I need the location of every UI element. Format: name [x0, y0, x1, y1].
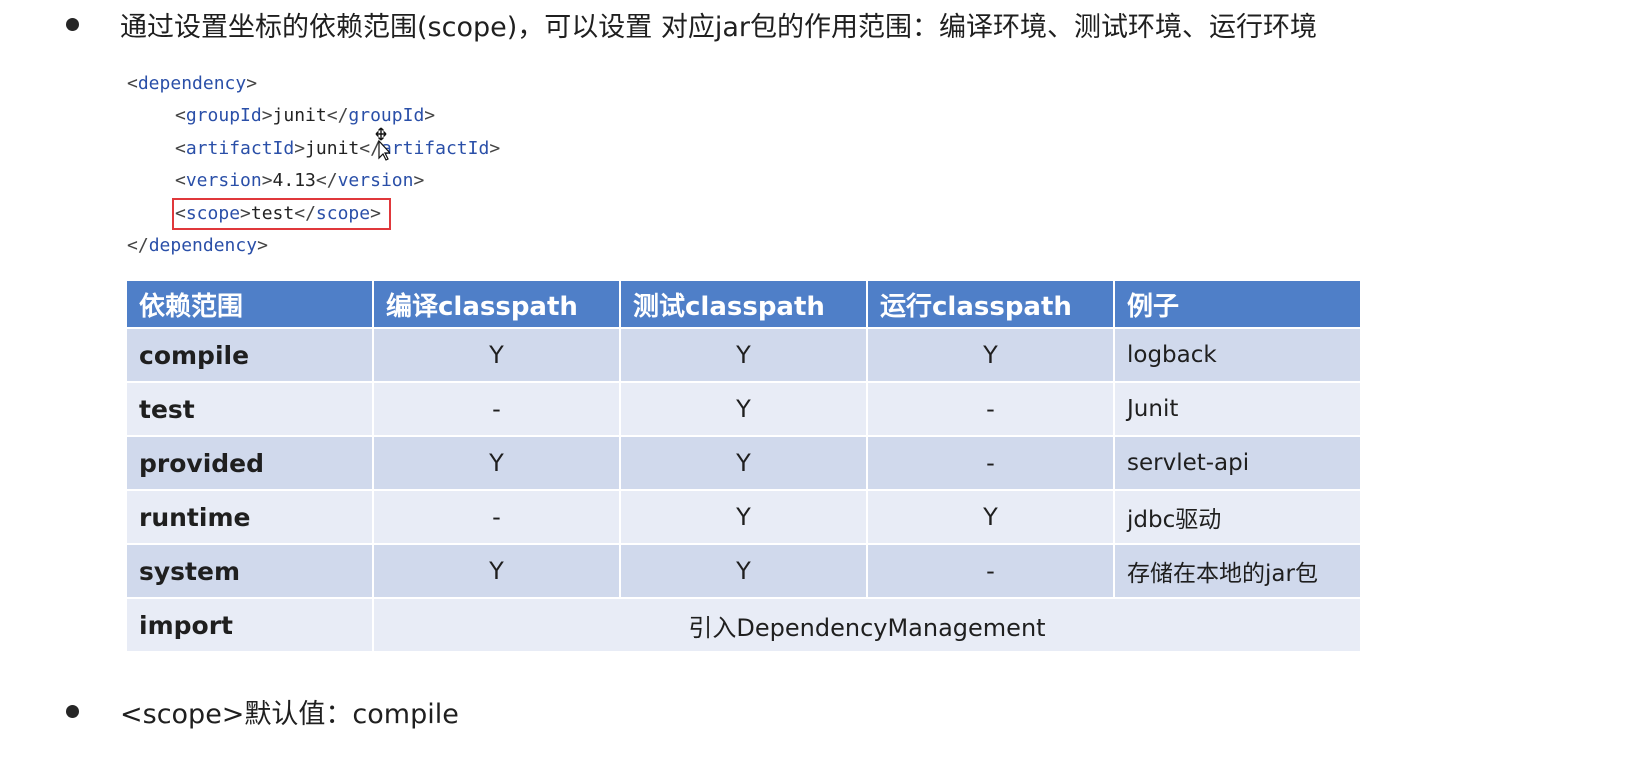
bullet-item-scope-default: <scope>默认值：compile — [66, 691, 459, 731]
cell-scope: system — [127, 545, 372, 597]
code-tag: dependency — [148, 234, 258, 256]
cell-example: servlet-api — [1115, 437, 1360, 489]
code-value: 4.13 — [272, 170, 316, 192]
cell-compile: Y — [374, 437, 619, 489]
cell-import-description: 引入DependencyManagement — [374, 599, 1360, 651]
code-line-groupid: <groupId>junit</groupId> — [175, 105, 436, 127]
cell-scope: compile — [127, 329, 372, 381]
table-row: system Y Y - 存储在本地的jar包 — [127, 545, 1360, 597]
code-tag: dependency — [137, 73, 247, 94]
cell-example: 存储在本地的jar包 — [1115, 545, 1360, 597]
dependency-code-block: <dependency> <groupId>junit</groupId> <a… — [127, 68, 500, 262]
bullet-text: 通过设置坐标的依赖范围(scope)，可以设置 对应jar包的作用范围：编译环境… — [120, 11, 1317, 43]
cell-compile: Y — [374, 545, 619, 597]
code-line-scope: <scope>test</scope> — [127, 197, 500, 230]
code-line-close: </dependency> — [127, 234, 268, 256]
code-line-artifactid: <artifactId>junit</artifactId> — [175, 137, 501, 159]
bullet-dot-icon — [66, 17, 79, 31]
table-row: test - Y - Junit — [127, 383, 1360, 435]
code-tag: version — [337, 170, 414, 192]
cell-test: Y — [621, 437, 866, 489]
cell-example: Junit — [1115, 383, 1360, 435]
cell-compile: - — [374, 491, 619, 543]
table-row: compile Y Y Y logback — [127, 329, 1360, 381]
code-tag: groupId — [348, 105, 425, 127]
code-tag: groupId — [185, 105, 262, 127]
code-value: junit — [272, 105, 327, 127]
header-runtime-classpath: 运行classpath — [868, 281, 1113, 327]
cell-scope: runtime — [127, 491, 372, 543]
table-row: import 引入DependencyManagement — [127, 599, 1360, 651]
header-example: 例子 — [1115, 281, 1360, 327]
cell-runtime: - — [868, 545, 1113, 597]
header-test-classpath: 测试classpath — [621, 281, 866, 327]
header-scope: 依赖范围 — [127, 281, 372, 327]
bullet-dot-icon — [66, 704, 79, 718]
cell-test: Y — [621, 383, 866, 435]
code-tag: scope — [185, 202, 241, 224]
bullet-text: <scope>默认值：compile — [120, 698, 459, 730]
cell-runtime: Y — [868, 329, 1113, 381]
table-row: provided Y Y - servlet-api — [127, 437, 1360, 489]
cell-example: logback — [1115, 329, 1360, 381]
code-value: junit — [305, 137, 360, 159]
table-header-row: 依赖范围 编译classpath 测试classpath 运行classpath… — [127, 281, 1360, 327]
cell-compile: Y — [374, 329, 619, 381]
cell-test: Y — [621, 491, 866, 543]
code-value: test — [250, 202, 295, 224]
cell-test: Y — [621, 545, 866, 597]
code-tag: version — [185, 170, 262, 192]
cell-compile: - — [374, 383, 619, 435]
cell-runtime: Y — [868, 491, 1113, 543]
code-tag: scope — [315, 202, 371, 224]
code-tag: artifactId — [380, 137, 490, 159]
table-row: runtime - Y Y jdbc驱动 — [127, 491, 1360, 543]
code-tag: artifactId — [185, 137, 295, 159]
cell-runtime: - — [868, 437, 1113, 489]
cell-scope: import — [127, 599, 372, 651]
code-line-open: <dependency> — [127, 73, 258, 94]
cell-runtime: - — [868, 383, 1113, 435]
cell-test: Y — [621, 329, 866, 381]
cell-example: jdbc驱动 — [1115, 491, 1360, 543]
code-line-version: <version>4.13</version> — [175, 170, 425, 192]
cell-scope: test — [127, 383, 372, 435]
bullet-item-scope-intro: 通过设置坐标的依赖范围(scope)，可以设置 对应jar包的作用范围：编译环境… — [66, 4, 1317, 44]
cell-scope: provided — [127, 437, 372, 489]
scope-table: 依赖范围 编译classpath 测试classpath 运行classpath… — [125, 279, 1362, 653]
scope-highlight-box: <scope>test</scope> — [172, 197, 391, 230]
header-compile-classpath: 编译classpath — [374, 281, 619, 327]
mouse-cursor-icon — [375, 127, 390, 161]
